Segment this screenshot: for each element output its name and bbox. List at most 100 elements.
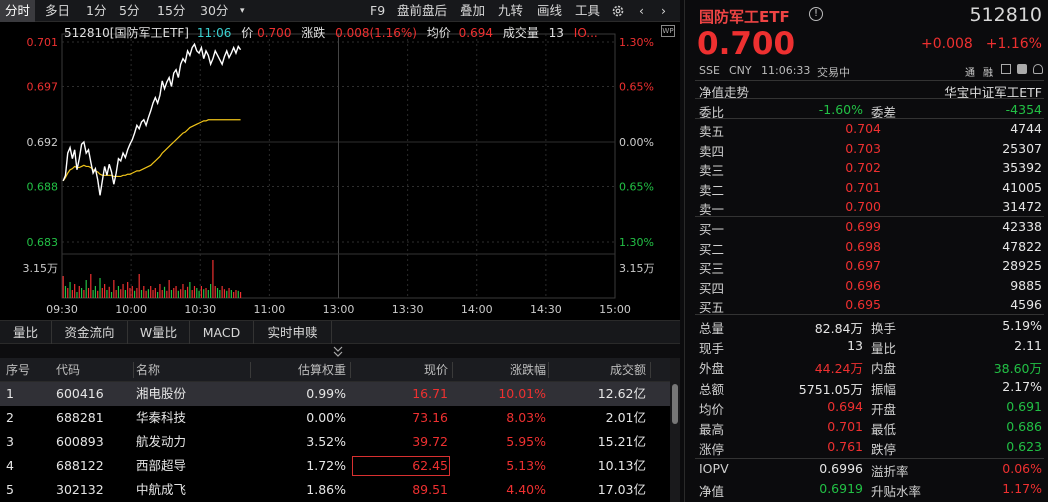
gear-icon[interactable] <box>611 0 625 22</box>
notify-icon[interactable] <box>1033 64 1043 74</box>
ask-volume: 35392 <box>1002 160 1042 175</box>
chat-icon[interactable] <box>1017 64 1027 74</box>
row-code: 302132 <box>56 482 104 497</box>
row-name: 中航成飞 <box>136 482 187 497</box>
row-change-pct: 10.01% <box>498 386 546 401</box>
info-icon[interactable]: ! <box>809 7 823 21</box>
nine-turn-button[interactable]: 九转 <box>498 0 523 22</box>
row-weight: 1.86% <box>306 482 346 497</box>
bid-volume: 47822 <box>1002 238 1042 254</box>
intraday-chart[interactable]: 0.701 1.30% 0.697 0.65% 0.692 0.00% 0.688 0.65%… <box>0 22 680 320</box>
chart-header: 512810[国防军工ETF] 11:06 价 0.700 涨跌 0.008(1… <box>64 24 598 41</box>
col-weight[interactable]: 估算权重 <box>250 358 346 382</box>
y-tick-left: 0.683 <box>27 236 59 249</box>
doc-icon[interactable] <box>1001 64 1011 74</box>
col-price[interactable]: 现价 <box>352 358 448 382</box>
tab-intraday[interactable]: 分时 <box>0 0 36 22</box>
bid-price[interactable]: 0.696 <box>785 278 881 293</box>
market-code: SSE <box>699 64 720 77</box>
stat-label: 净值 <box>699 484 725 500</box>
ask-price[interactable]: 0.700 <box>785 199 881 214</box>
x-tick: 09:30 <box>46 303 78 316</box>
tab-30min[interactable]: 30分 <box>200 0 228 22</box>
tab-multi-day[interactable]: 多日 <box>45 0 70 22</box>
panel-splitter[interactable] <box>0 344 680 358</box>
row-code: 600893 <box>56 434 104 449</box>
draw-line-button[interactable]: 画线 <box>537 0 562 22</box>
stat-value: 0.694 <box>827 398 863 414</box>
caret-down-icon[interactable]: ▾ <box>240 0 245 22</box>
col-index[interactable]: 序号 <box>6 358 30 382</box>
row-code: 600416 <box>56 386 104 401</box>
ask-price[interactable]: 0.703 <box>785 141 881 156</box>
tab-realtime-subscribe[interactable]: 实时申赎 <box>254 321 332 344</box>
period-toolbar: 分时 多日 1分 5分 15分 30分 ▾ F9 盘前盘后 叠加 九转 画线 工… <box>0 0 680 22</box>
ask-volume: 4744 <box>1010 121 1042 136</box>
ask-price[interactable]: 0.701 <box>785 180 881 195</box>
y-tick-right: 1.30% <box>619 236 654 249</box>
tab-macd[interactable]: MACD <box>190 321 254 344</box>
trading-status: 交易中 <box>817 66 850 79</box>
stat-value: 5751.05万 <box>798 381 863 397</box>
last-price: 0.700 <box>697 26 796 62</box>
table-scrollbar[interactable] <box>670 358 680 502</box>
table-row[interactable]: 2 688281 华秦科技 0.00% 73.16 8.03% 2.01亿 <box>0 406 670 430</box>
row-change-pct: 4.40% <box>506 482 546 497</box>
table-row[interactable]: 5 302132 中航成飞 1.86% 89.51 4.40% 17.03亿 <box>0 478 670 502</box>
chevron-right-icon[interactable]: › <box>661 0 666 22</box>
tab-5min[interactable]: 5分 <box>119 0 139 22</box>
table-row[interactable]: 1 600416 湘电股份 0.99% 16.71 10.01% 12.62亿 <box>0 382 670 406</box>
tab-w-volume-ratio[interactable]: W量比 <box>128 321 190 344</box>
tools-button[interactable]: 工具 <box>575 0 600 22</box>
price-change: +0.008 <box>921 36 973 52</box>
ask-price[interactable]: 0.704 <box>785 121 881 136</box>
row-change-pct: 5.95% <box>506 434 546 449</box>
bid-price[interactable]: 0.697 <box>785 258 881 273</box>
bid-price[interactable]: 0.699 <box>785 219 881 234</box>
tab-volume-ratio[interactable]: 量比 <box>0 321 52 344</box>
table-row[interactable]: 3 600893 航发动力 3.52% 39.72 5.95% 15.21亿 <box>0 430 670 454</box>
col-code[interactable]: 代码 <box>56 358 80 382</box>
stat-label: 均价 <box>699 401 725 417</box>
row-turnover: 12.62亿 <box>597 386 646 401</box>
row-index: 2 <box>6 410 14 425</box>
overlay-button[interactable]: 叠加 <box>460 0 485 22</box>
table-header: 序号 代码 名称 估算权重 现价 涨跌幅 成交额 <box>0 358 670 382</box>
row-price: 73.16 <box>412 410 448 425</box>
stat-value: 0.691 <box>1006 398 1042 414</box>
price-label: 价 <box>241 26 254 40</box>
stat-label: 现手 <box>699 341 725 357</box>
col-change-pct[interactable]: 涨跌幅 <box>452 358 546 382</box>
y-tick-right: 0.65% <box>619 80 654 93</box>
change-label: 涨跌 <box>301 26 326 40</box>
bid-price[interactable]: 0.698 <box>785 239 881 254</box>
stat-label: 总额 <box>699 381 725 397</box>
y-tick-left: 0.697 <box>27 80 59 93</box>
tab-fund-flow[interactable]: 资金流向 <box>52 321 128 344</box>
tab-15min[interactable]: 15分 <box>157 0 185 22</box>
stat-value: 2.17% <box>1002 378 1042 394</box>
col-name[interactable]: 名称 <box>136 358 160 382</box>
security-code: 512810 <box>969 4 1042 26</box>
tab-1min[interactable]: 1分 <box>86 0 106 22</box>
security-name: 国防军工ETF <box>699 8 790 26</box>
table-row[interactable]: 4 688122 西部超导 1.72% 62.45 5.13% 10.13亿 <box>0 454 670 478</box>
f9-button[interactable]: F9 <box>370 0 385 22</box>
y-tick-right: 0.00% <box>619 136 654 149</box>
col-turnover[interactable]: 成交额 <box>550 358 646 382</box>
badge-rong: 融 <box>983 68 993 79</box>
ask-price[interactable]: 0.702 <box>785 160 881 175</box>
stat-value: 13 <box>847 338 863 354</box>
bid-volume: 9885 <box>1010 277 1042 293</box>
scrollbar-thumb[interactable] <box>672 384 678 424</box>
pre-post-market-button[interactable]: 盘前盘后 <box>397 0 447 22</box>
row-turnover: 10.13亿 <box>597 458 646 473</box>
x-tick: 13:30 <box>392 303 424 316</box>
wp-icon[interactable]: WP <box>661 25 675 37</box>
row-price: 89.51 <box>412 482 448 497</box>
price-highlight-box <box>352 456 450 476</box>
bid-price[interactable]: 0.695 <box>785 297 881 312</box>
stat-label: 最高 <box>699 422 725 437</box>
chart-canvas[interactable]: 0.701 1.30% 0.697 0.65% 0.692 0.00% 0.688 0.65%… <box>0 22 680 320</box>
chevron-left-icon[interactable]: ‹ <box>639 0 644 22</box>
